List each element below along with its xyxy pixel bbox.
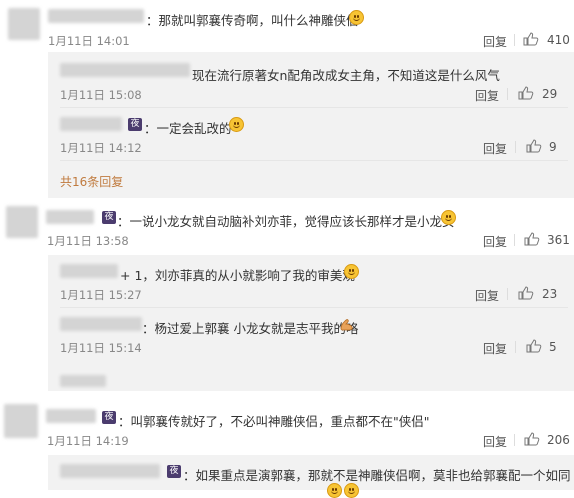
thumbs-up-icon[interactable]: [523, 32, 539, 46]
vip-badge: 夜: [102, 211, 116, 224]
divider: [60, 307, 568, 308]
username[interactable]: [60, 63, 190, 77]
thumbs-up-icon[interactable]: [518, 86, 534, 100]
reply-time: 1月11日 15:14: [60, 341, 142, 355]
divider: [515, 141, 516, 153]
reply-button[interactable]: 回复: [483, 340, 507, 357]
divider: [507, 288, 508, 300]
divider: [514, 234, 515, 246]
username[interactable]: [60, 317, 142, 331]
like-count: 9: [549, 140, 557, 154]
comment-text: ：那就叫郭襄传奇啊，叫什么神雕侠侣: [146, 13, 359, 28]
like-count: 5: [549, 340, 557, 354]
reply-text: + 1，刘亦菲真的从小就影响了我的审美观: [120, 268, 355, 283]
emoji-icon: [344, 483, 359, 498]
avatar[interactable]: [4, 404, 38, 438]
emoji-icon: [327, 483, 342, 498]
reply-button[interactable]: 回复: [475, 87, 499, 104]
reply-text: ：一定会乱改的: [144, 121, 232, 136]
avatar[interactable]: [8, 8, 40, 40]
reply-time: 1月11日 15:08: [60, 88, 142, 102]
like-count: 23: [542, 287, 558, 301]
comment-text: ：叫郭襄传就好了，不必叫神雕侠侣，重点都不在"侠侣": [118, 414, 430, 429]
reply-time: 1月11日 15:27: [60, 288, 142, 302]
comment-time: 1月11日 14:19: [47, 434, 129, 448]
reply-button[interactable]: 回复: [483, 233, 507, 250]
emoji-icon: [441, 210, 456, 225]
username[interactable]: [60, 264, 118, 278]
thumbs-up-icon[interactable]: [524, 432, 540, 446]
reply-button[interactable]: 回复: [483, 33, 507, 50]
divider: [60, 160, 568, 161]
flexed-biceps-icon: [340, 319, 353, 331]
emoji-icon: [344, 264, 359, 279]
username[interactable]: [60, 464, 160, 478]
comment-time: 1月11日 14:01: [48, 34, 130, 48]
reply-button[interactable]: 回复: [475, 287, 499, 304]
divider: [514, 34, 515, 46]
like-count: 29: [542, 87, 558, 101]
thumbs-up-icon[interactable]: [524, 232, 540, 246]
like-count: 410: [547, 33, 570, 47]
divider: [515, 341, 516, 353]
username[interactable]: [46, 210, 94, 224]
emoji-icon: [229, 117, 244, 132]
vip-badge: 夜: [102, 411, 116, 424]
reply-button[interactable]: 回复: [483, 140, 507, 157]
reply-button[interactable]: 回复: [483, 433, 507, 450]
vip-badge: 夜: [128, 118, 142, 131]
like-count: 361: [547, 233, 570, 247]
divider: [507, 88, 508, 100]
avatar[interactable]: [6, 206, 38, 238]
reply-text: ：如果重点是演郭襄，那就不是神雕侠侣啊，莫非也给郭襄配一个如同: [183, 468, 571, 483]
thumbs-up-icon[interactable]: [526, 339, 542, 353]
emoji-icon: [349, 10, 364, 25]
more-replies-link[interactable]: [60, 375, 106, 387]
username[interactable]: [46, 409, 96, 423]
reply-text: ：杨过爱上郭襄 小龙女就是志平我的咯: [142, 321, 359, 336]
divider: [514, 434, 515, 446]
more-replies-link[interactable]: 共16条回复: [60, 173, 123, 190]
reply-text: 现在流行原著女n配角改成女主角，不知道这是什么风气: [192, 68, 500, 83]
comment-text: ：一说小龙女就自动脑补刘亦菲，觉得应该长那样才是小龙女: [117, 214, 455, 229]
reply-time: 1月11日 14:12: [60, 141, 142, 155]
username[interactable]: [60, 117, 122, 131]
divider: [60, 107, 568, 108]
thumbs-up-icon[interactable]: [526, 139, 542, 153]
like-count: 206: [547, 433, 570, 447]
comment-time: 1月11日 13:58: [47, 234, 129, 248]
username[interactable]: [48, 9, 144, 23]
vip-badge: 夜: [167, 465, 181, 478]
thumbs-up-icon[interactable]: [518, 286, 534, 300]
